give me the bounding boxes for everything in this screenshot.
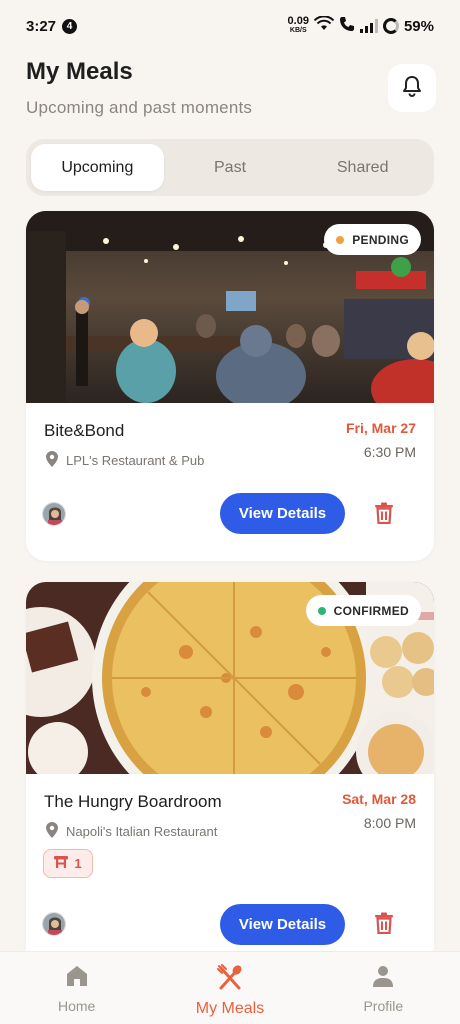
view-details-button[interactable]: View Details bbox=[220, 904, 345, 945]
tab-past[interactable]: Past bbox=[164, 144, 297, 191]
bell-icon bbox=[402, 75, 422, 102]
tab-upcoming[interactable]: Upcoming bbox=[31, 144, 164, 191]
page-subtitle: Upcoming and past moments bbox=[26, 98, 253, 117]
nav-home-label: Home bbox=[57, 998, 96, 1014]
wifi-icon bbox=[313, 15, 335, 36]
view-details-button[interactable]: View Details bbox=[220, 493, 345, 534]
meal-tabs: Upcoming Past Shared bbox=[26, 139, 434, 196]
meal-time: 6:30 PM bbox=[363, 444, 416, 460]
signal-icon bbox=[359, 19, 378, 33]
tab-shared[interactable]: Shared bbox=[296, 144, 429, 191]
meal-time: 8:00 PM bbox=[363, 815, 416, 831]
restaurant-photo: CONFIRMED bbox=[26, 582, 434, 774]
nav-my-meals-label: My Meals bbox=[195, 1000, 265, 1017]
meal-date: Sat, Mar 28 bbox=[342, 791, 416, 807]
person-icon bbox=[371, 964, 395, 993]
venue: LPL's Restaurant & Pub bbox=[46, 451, 204, 470]
status-bar: 3:27 4 0.09 KB/S 59% bbox=[0, 0, 460, 52]
nav-profile-label: Profile bbox=[363, 998, 404, 1014]
battery-percent: 59% bbox=[403, 17, 434, 35]
trash-icon bbox=[374, 502, 394, 528]
delete-button[interactable] bbox=[374, 912, 396, 936]
notifications-button[interactable] bbox=[388, 64, 436, 112]
network-speed: 0.09 KB/S bbox=[287, 15, 309, 35]
page-title: My Meals bbox=[26, 58, 133, 85]
meal-card[interactable]: PENDING Bite&Bond Fri, Mar 27 6:30 PM LP… bbox=[26, 211, 434, 561]
page-header: My Meals Upcoming and past moments bbox=[26, 58, 436, 122]
status-badge: CONFIRMED bbox=[305, 595, 421, 626]
fork-knife-icon bbox=[216, 964, 243, 995]
home-icon bbox=[65, 964, 89, 993]
table-count-chip: 1 bbox=[43, 849, 93, 878]
bottom-navigation: Home My Meals Profile bbox=[0, 951, 460, 1024]
location-pin-icon bbox=[46, 451, 58, 470]
status-badge: PENDING bbox=[324, 224, 421, 255]
call-icon bbox=[339, 16, 355, 36]
meal-date: Fri, Mar 27 bbox=[345, 420, 416, 436]
notification-count-badge: 4 bbox=[62, 18, 78, 34]
nav-profile[interactable]: Profile bbox=[307, 952, 460, 1024]
venue-name: Napoli's Italian Restaurant bbox=[66, 824, 218, 839]
venue-name: LPL's Restaurant & Pub bbox=[66, 453, 205, 468]
avatar[interactable] bbox=[42, 502, 66, 526]
location-pin-icon bbox=[46, 822, 58, 841]
trash-icon bbox=[374, 912, 394, 938]
delete-button[interactable] bbox=[374, 502, 396, 526]
status-dot bbox=[336, 235, 345, 244]
meal-card[interactable]: CONFIRMED The Hungry Boardroom Sat, Mar … bbox=[26, 582, 434, 1002]
battery-icon bbox=[382, 18, 399, 34]
status-text: CONFIRMED bbox=[333, 603, 409, 618]
restaurant-photo: PENDING bbox=[26, 211, 434, 403]
nav-my-meals[interactable]: My Meals bbox=[153, 952, 306, 1024]
table-count: 1 bbox=[74, 856, 82, 871]
nav-home[interactable]: Home bbox=[0, 952, 153, 1024]
status-text: PENDING bbox=[352, 232, 409, 247]
clock: 3:27 bbox=[26, 17, 57, 35]
status-dot bbox=[317, 606, 326, 615]
avatar[interactable] bbox=[42, 912, 66, 936]
meal-name: The Hungry Boardroom bbox=[44, 792, 222, 811]
meal-name: Bite&Bond bbox=[44, 421, 125, 440]
venue: Napoli's Italian Restaurant bbox=[46, 822, 217, 841]
table-icon bbox=[54, 856, 69, 871]
